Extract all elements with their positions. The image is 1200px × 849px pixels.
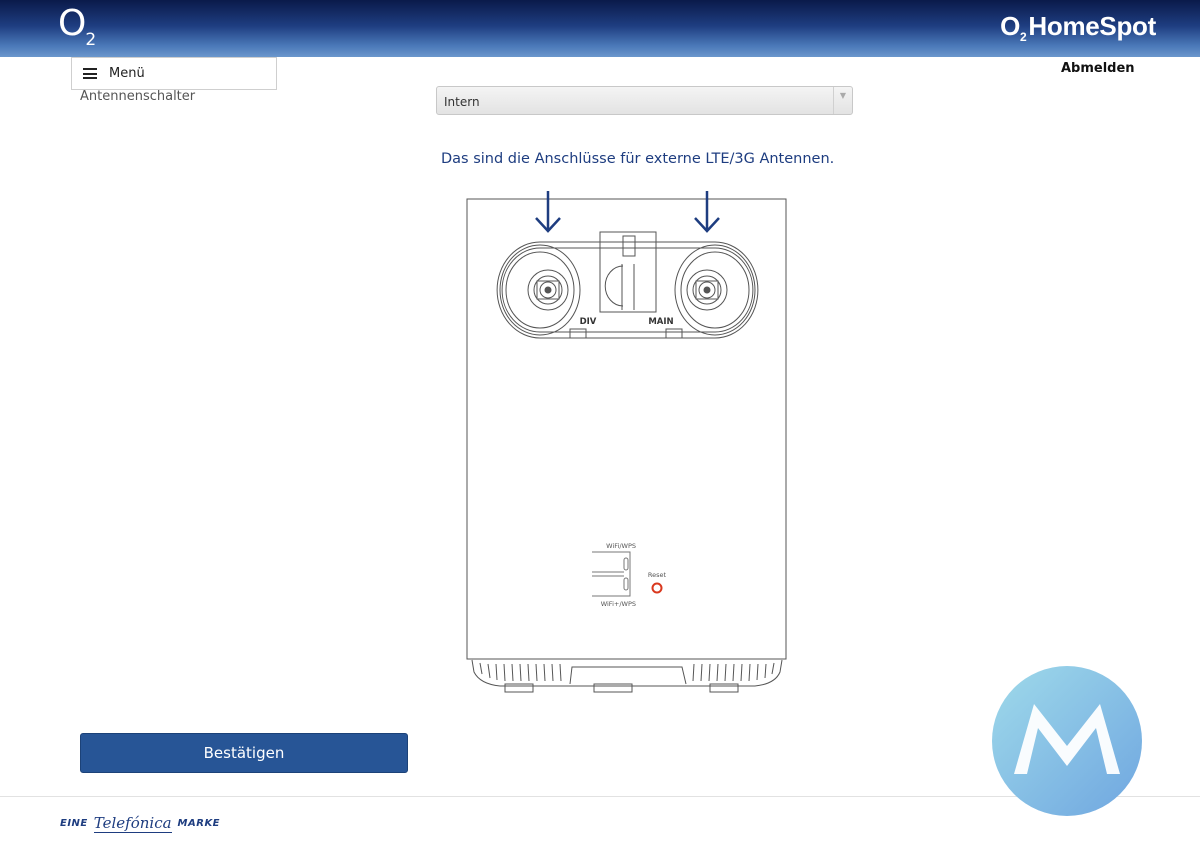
brand-o2: O2 xyxy=(1000,11,1027,44)
top-header: O2 O2HomeSpot xyxy=(0,0,1200,57)
telefonica-logo: Telefónica xyxy=(93,814,172,833)
o2-logo[interactable]: O2 xyxy=(58,3,96,51)
footer-prefix: EINE xyxy=(60,818,88,829)
menu-button[interactable]: Menü xyxy=(71,57,277,90)
antenna-mode-select[interactable]: Intern ▼ xyxy=(436,86,853,115)
menu-label: Menü xyxy=(109,66,145,81)
brand-name: HomeSpot xyxy=(1028,11,1156,41)
logout-link[interactable]: Abmelden xyxy=(1061,61,1135,76)
reset-label: Reset xyxy=(648,571,667,579)
port-label-main: MAIN xyxy=(648,317,673,327)
o2-logo-number: 2 xyxy=(85,30,97,50)
router-illustration: DIV MAIN WiFi/WPS WiFi+/WPS Reset xyxy=(466,191,787,693)
div-connector xyxy=(527,269,569,311)
chevron-down-icon: ▼ xyxy=(833,87,852,114)
wifi-wps-label: WiFi/WPS xyxy=(606,542,636,550)
router-base xyxy=(471,659,783,693)
antenna-switch-label: Antennenschalter xyxy=(80,89,196,104)
hamburger-icon xyxy=(83,68,97,79)
main-connector xyxy=(686,269,728,311)
reset-button xyxy=(651,582,663,594)
wifi-plus-wps-label: WiFi+/WPS xyxy=(601,600,636,608)
port-label-div: DIV xyxy=(580,317,597,327)
select-value: Intern xyxy=(444,95,480,109)
watermark-logo-icon xyxy=(992,666,1142,816)
antenna-info-text: Das sind die Anschlüsse für externe LTE/… xyxy=(441,151,835,167)
footer-suffix: MARKE xyxy=(177,818,221,829)
confirm-button[interactable]: Bestätigen xyxy=(80,733,408,773)
footer-brand: EINE Telefónica MARKE xyxy=(60,814,220,833)
o2-logo-letter: O xyxy=(58,3,87,44)
homespot-brand: O2HomeSpot xyxy=(1000,11,1156,44)
